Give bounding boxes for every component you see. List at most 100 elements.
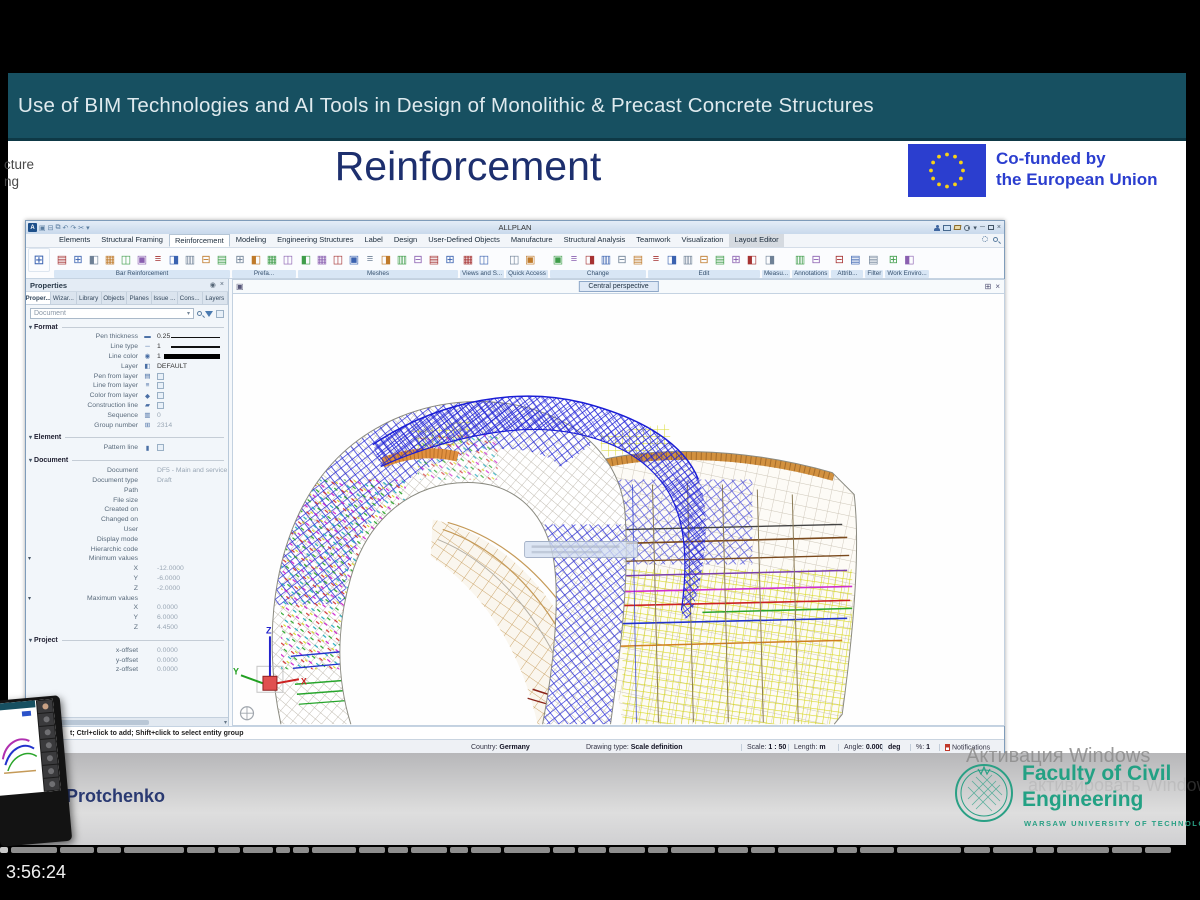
progress-segment[interactable] — [1112, 847, 1142, 853]
progress-segment[interactable] — [218, 847, 240, 853]
property-row[interactable]: Y6.0000 — [26, 613, 228, 623]
ribbon-tool-icon[interactable]: ▤ — [54, 249, 70, 269]
property-checkbox[interactable] — [157, 373, 164, 380]
properties-tab-wizar[interactable]: Wizar... — [51, 292, 76, 304]
ribbon-tool-icon[interactable]: ◧ — [86, 249, 102, 269]
collapse-icon[interactable]: ▾ — [29, 324, 32, 331]
ribbon-tool-icon[interactable]: ▥ — [394, 249, 410, 269]
ribbon-tool-icon[interactable]: ◨ — [664, 249, 680, 269]
progress-segment[interactable] — [897, 847, 961, 853]
progress-segment[interactable] — [1036, 847, 1054, 853]
property-row[interactable]: Path — [26, 485, 228, 495]
ribbon-tool-icon[interactable]: ⊟ — [696, 249, 712, 269]
property-row[interactable]: Pen from layer▤ — [26, 371, 228, 381]
property-row[interactable]: Display mode — [26, 534, 228, 544]
ribbon-tab-structural-analysis[interactable]: Structural Analysis — [559, 234, 631, 247]
ribbon-tool-icon[interactable]: ▥ — [792, 249, 808, 269]
dropdown-icon[interactable]: ▾ — [187, 310, 190, 317]
ribbon-tool-icon[interactable]: ⊞ — [885, 249, 901, 269]
progress-segment[interactable] — [553, 847, 575, 853]
progress-segment[interactable] — [993, 847, 1033, 853]
progress-segment[interactable] — [312, 847, 356, 853]
property-row[interactable]: Hierarchic code — [26, 544, 228, 554]
progress-segment[interactable] — [671, 847, 715, 853]
ribbon-tool-icon[interactable]: ⊟ — [198, 249, 214, 269]
property-row[interactable]: z-offset0.0000 — [26, 665, 228, 675]
ribbon-tab-teamwork[interactable]: Teamwork — [631, 234, 675, 247]
progress-segment[interactable] — [11, 847, 57, 853]
progress-segment[interactable] — [359, 847, 385, 853]
participant-video-tile[interactable] — [40, 739, 56, 752]
progress-segment[interactable] — [450, 847, 468, 853]
ribbon-tool-icon[interactable]: ▣ — [550, 249, 566, 269]
settings-icon[interactable] — [982, 236, 988, 242]
progress-segment[interactable] — [411, 847, 447, 853]
progress-segment[interactable] — [1145, 847, 1171, 853]
property-row[interactable]: Group number⊞2314 — [26, 420, 228, 430]
ribbon-tool-icon[interactable]: ◧ — [901, 249, 917, 269]
angle-value[interactable]: 0.000 — [866, 744, 884, 751]
progress-segment[interactable] — [293, 847, 309, 853]
ribbon-tab-visualization[interactable]: Visualization — [676, 234, 728, 247]
shop-icon[interactable] — [954, 225, 962, 230]
progress-segment[interactable] — [276, 847, 290, 853]
filter-icon[interactable] — [205, 311, 213, 317]
ribbon-tool-icon[interactable]: ▤ — [630, 249, 646, 269]
progress-segment[interactable] — [609, 847, 645, 853]
ribbon-tool-icon[interactable]: ◫ — [330, 249, 346, 269]
property-row[interactable]: User — [26, 525, 228, 535]
viewport-menu-icon[interactable]: ▣ — [236, 282, 244, 291]
ribbon-tool-icon[interactable]: ▥ — [680, 249, 696, 269]
participant-strip[interactable] — [36, 699, 61, 792]
viewport-tab[interactable]: Central perspective — [578, 281, 658, 292]
ribbon-tool-icon[interactable]: ▤ — [847, 249, 863, 269]
ribbon-tool-icon[interactable]: ◧ — [298, 249, 314, 269]
ribbon-tool-icon[interactable]: ▥ — [182, 249, 198, 269]
progress-segment[interactable] — [718, 847, 748, 853]
progress-segment[interactable] — [648, 847, 668, 853]
progress-segment[interactable] — [778, 847, 834, 853]
reinforcement-views-tool-icon[interactable]: ⊞ — [28, 248, 50, 272]
ribbon-tab-user-defined-objects[interactable]: User-Defined Objects — [423, 234, 505, 247]
length-unit-value[interactable]: m — [819, 744, 825, 751]
ribbon-tab-structural-framing[interactable]: Structural Framing — [96, 234, 168, 247]
pin-icon[interactable]: ◉ — [210, 281, 216, 289]
property-row[interactable]: Changed on — [26, 515, 228, 525]
property-row[interactable]: ▾Minimum values — [26, 554, 228, 564]
progress-segment[interactable] — [837, 847, 857, 853]
account-icon[interactable] — [934, 225, 940, 231]
participant-video-tile[interactable] — [38, 713, 54, 726]
ribbon-tool-icon[interactable]: ⊞ — [728, 249, 744, 269]
property-row[interactable]: Pattern line▮ — [26, 443, 228, 453]
progress-segment[interactable] — [124, 847, 184, 853]
compass-icon[interactable] — [240, 707, 253, 720]
close-viewport-icon[interactable]: × — [995, 282, 1000, 291]
ribbon-tab-design[interactable]: Design — [389, 234, 422, 247]
progress-segment[interactable] — [504, 847, 550, 853]
property-row[interactable]: X-12.0000 — [26, 564, 228, 574]
progress-segment[interactable] — [578, 847, 606, 853]
progress-segment[interactable] — [388, 847, 408, 853]
ribbon-tool-icon[interactable]: ◫ — [506, 249, 522, 269]
property-row[interactable]: Color from layer◆ — [26, 391, 228, 401]
ribbon-tool-icon[interactable]: ◨ — [762, 249, 778, 269]
ribbon-tab-elements[interactable]: Elements — [54, 234, 95, 247]
ribbon-tab-label[interactable]: Label — [359, 234, 387, 247]
progress-segment[interactable] — [60, 847, 94, 853]
float-icon[interactable]: ⊞ — [985, 282, 992, 291]
scale-value[interactable]: 1 : 50 — [768, 744, 786, 751]
property-row[interactable]: Sequence▥0 — [26, 410, 228, 420]
ribbon-tool-icon[interactable]: ≡ — [648, 249, 664, 269]
ribbon-tab-manufacture[interactable]: Manufacture — [506, 234, 558, 247]
property-row[interactable]: Line type─1 — [26, 342, 228, 352]
ribbon-tool-icon[interactable]: ◫ — [280, 249, 296, 269]
ribbon-tool-icon[interactable]: ◫ — [118, 249, 134, 269]
ribbon-tool-icon[interactable]: ▥ — [598, 249, 614, 269]
property-row[interactable]: Construction line▰ — [26, 401, 228, 411]
ribbon-tab-reinforcement[interactable]: Reinforcement — [169, 234, 230, 247]
ribbon-tool-icon[interactable]: ≡ — [150, 249, 166, 269]
progress-segment[interactable] — [97, 847, 121, 853]
ribbon-tool-icon[interactable]: ⊟ — [831, 249, 847, 269]
participant-video-tile[interactable] — [37, 700, 53, 713]
property-row[interactable]: y-offset0.0000 — [26, 655, 228, 665]
